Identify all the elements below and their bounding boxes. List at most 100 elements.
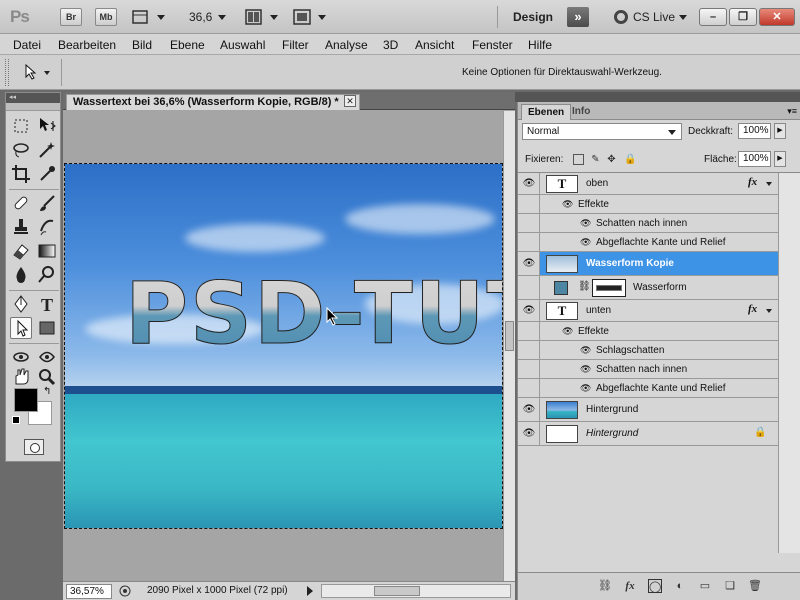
fill-input[interactable]: 100%: [738, 151, 771, 167]
add-style-icon[interactable]: fx: [623, 579, 637, 593]
delete-layer-icon[interactable]: 🗑: [748, 579, 762, 593]
view-extras-button[interactable]: [132, 9, 168, 25]
eye-icon[interactable]: 👁: [580, 237, 591, 248]
magic-wand-tool[interactable]: [36, 139, 58, 161]
layer-row-selected[interactable]: 👁 Wasserform Kopie: [518, 252, 778, 276]
effect-row[interactable]: 👁 Schatten nach innen: [518, 360, 778, 379]
menu-fenster[interactable]: Fenster: [472, 38, 513, 52]
effects-row[interactable]: 👁 Effekte: [518, 322, 778, 341]
zoom-field[interactable]: 36,57%: [66, 584, 112, 599]
rectangle-tool[interactable]: [36, 317, 58, 339]
restore-button[interactable]: ❐: [729, 8, 757, 26]
status-menu-arrow-icon[interactable]: [307, 586, 313, 596]
history-brush-tool[interactable]: [36, 216, 58, 238]
3d-rotate-tool[interactable]: [10, 346, 32, 368]
effects-icon[interactable]: fx: [748, 176, 757, 188]
layer-row[interactable]: 👁 Hintergrund: [518, 398, 778, 422]
workspace-design[interactable]: Design: [513, 10, 553, 24]
zoom-level[interactable]: 36,6: [189, 10, 212, 24]
tools-panel-header[interactable]: ◂◂: [6, 93, 60, 103]
brush-tool[interactable]: [36, 192, 58, 214]
tab-info[interactable]: Info: [566, 104, 596, 120]
crop-tool[interactable]: [10, 163, 32, 185]
eye-icon[interactable]: 👁: [580, 218, 591, 229]
fill-slider-button[interactable]: ▶: [774, 151, 786, 167]
bridge-button[interactable]: Br: [60, 8, 82, 26]
effect-row[interactable]: 👁 Schlagschatten: [518, 341, 778, 360]
effect-row[interactable]: 👁 Abgeflachte Kante und Relief: [518, 379, 778, 398]
direct-selection-tool[interactable]: [10, 317, 32, 339]
lasso-tool[interactable]: [10, 139, 32, 161]
menu-3d[interactable]: 3D: [383, 38, 398, 52]
layer-row[interactable]: 👁 T unten fx: [518, 300, 778, 322]
3d-camera-tool[interactable]: [36, 346, 58, 368]
cs-live-dropdown[interactable]: [679, 9, 689, 25]
eye-icon[interactable]: 👁: [580, 345, 591, 356]
vector-mask-thumbnail[interactable]: [592, 279, 626, 297]
menu-hilfe[interactable]: Hilfe: [528, 38, 552, 52]
vertical-scrollbar[interactable]: [503, 111, 515, 581]
move-tool[interactable]: [36, 115, 58, 137]
layer-row[interactable]: 👁 Hintergrund 🔒: [518, 422, 778, 446]
layers-scrollbar[interactable]: [778, 173, 800, 553]
blur-tool[interactable]: [10, 264, 32, 286]
layer-visibility[interactable]: 👁: [518, 398, 540, 421]
lock-pixels-icon[interactable]: ✎: [590, 154, 601, 165]
lock-all-icon[interactable]: 🔒: [624, 154, 636, 165]
layer-row[interactable]: ⛓ Wasserform: [518, 276, 778, 300]
effect-row[interactable]: 👁 Abgeflachte Kante und Relief: [518, 233, 778, 252]
eye-icon[interactable]: 👁: [580, 383, 591, 394]
eye-icon[interactable]: 👁: [562, 326, 573, 337]
direct-selection-tool-preset[interactable]: [24, 64, 54, 80]
layer-row[interactable]: 👁 T oben fx: [518, 173, 778, 195]
status-info-icon[interactable]: [118, 584, 132, 598]
eyedropper-tool[interactable]: [36, 163, 58, 185]
new-group-icon[interactable]: ▭: [698, 579, 712, 593]
default-colors-icon[interactable]: [12, 416, 20, 424]
opacity-input[interactable]: 100%: [738, 123, 771, 139]
chevron-down-icon[interactable]: [766, 182, 772, 186]
workspace-more-button[interactable]: »: [567, 7, 589, 27]
zoom-dropdown[interactable]: [218, 9, 230, 25]
mini-bridge-button[interactable]: Mb: [95, 8, 117, 26]
menu-datei[interactable]: Datei: [13, 38, 41, 52]
lock-transparency-icon[interactable]: [573, 154, 584, 165]
clone-stamp-tool[interactable]: [10, 216, 32, 238]
blend-mode-select[interactable]: Normal: [522, 123, 682, 140]
tools-panel-grip[interactable]: [6, 103, 60, 111]
eraser-tool[interactable]: [10, 240, 32, 262]
lock-position-icon[interactable]: ✥: [606, 154, 617, 165]
menu-bearbeiten[interactable]: Bearbeiten: [58, 38, 116, 52]
arrange-documents-button[interactable]: [245, 9, 281, 25]
foreground-color-swatch[interactable]: [14, 388, 38, 412]
menu-filter[interactable]: Filter: [282, 38, 309, 52]
effect-row[interactable]: 👁 Schatten nach innen: [518, 214, 778, 233]
panel-menu-icon[interactable]: ▾≡: [787, 106, 797, 117]
menu-analyse[interactable]: Analyse: [325, 38, 368, 52]
zoom-tool[interactable]: [36, 366, 58, 388]
layer-visibility[interactable]: 👁: [518, 300, 540, 321]
layer-visibility[interactable]: [518, 276, 540, 299]
new-layer-icon[interactable]: ❏: [723, 579, 737, 593]
close-button[interactable]: ✕: [759, 8, 795, 26]
menu-ansicht[interactable]: Ansicht: [415, 38, 454, 52]
canvas-image[interactable]: PSD-TUTO: [64, 163, 503, 529]
screen-mode-button[interactable]: [293, 9, 329, 25]
add-mask-icon[interactable]: ◯: [648, 579, 662, 593]
close-document-button[interactable]: ✕: [344, 95, 356, 107]
document-tab[interactable]: Wassertext bei 36,6% (Wasserform Kopie, …: [66, 94, 360, 110]
pen-tool[interactable]: [10, 293, 32, 315]
shape-color-thumbnail[interactable]: [554, 281, 568, 295]
minimize-button[interactable]: –: [699, 8, 727, 26]
menu-auswahl[interactable]: Auswahl: [220, 38, 265, 52]
effects-icon[interactable]: fx: [748, 303, 757, 315]
link-layers-icon[interactable]: ⛓: [598, 579, 612, 593]
chevron-down-icon[interactable]: [766, 309, 772, 313]
layer-visibility[interactable]: 👁: [518, 422, 540, 445]
tab-ebenen[interactable]: Ebenen: [521, 104, 572, 120]
gradient-tool[interactable]: [36, 240, 58, 262]
layer-visibility[interactable]: 👁: [518, 173, 540, 194]
menu-ebene[interactable]: Ebene: [170, 38, 205, 52]
eye-icon[interactable]: 👁: [562, 199, 573, 210]
hand-tool[interactable]: [10, 366, 32, 388]
